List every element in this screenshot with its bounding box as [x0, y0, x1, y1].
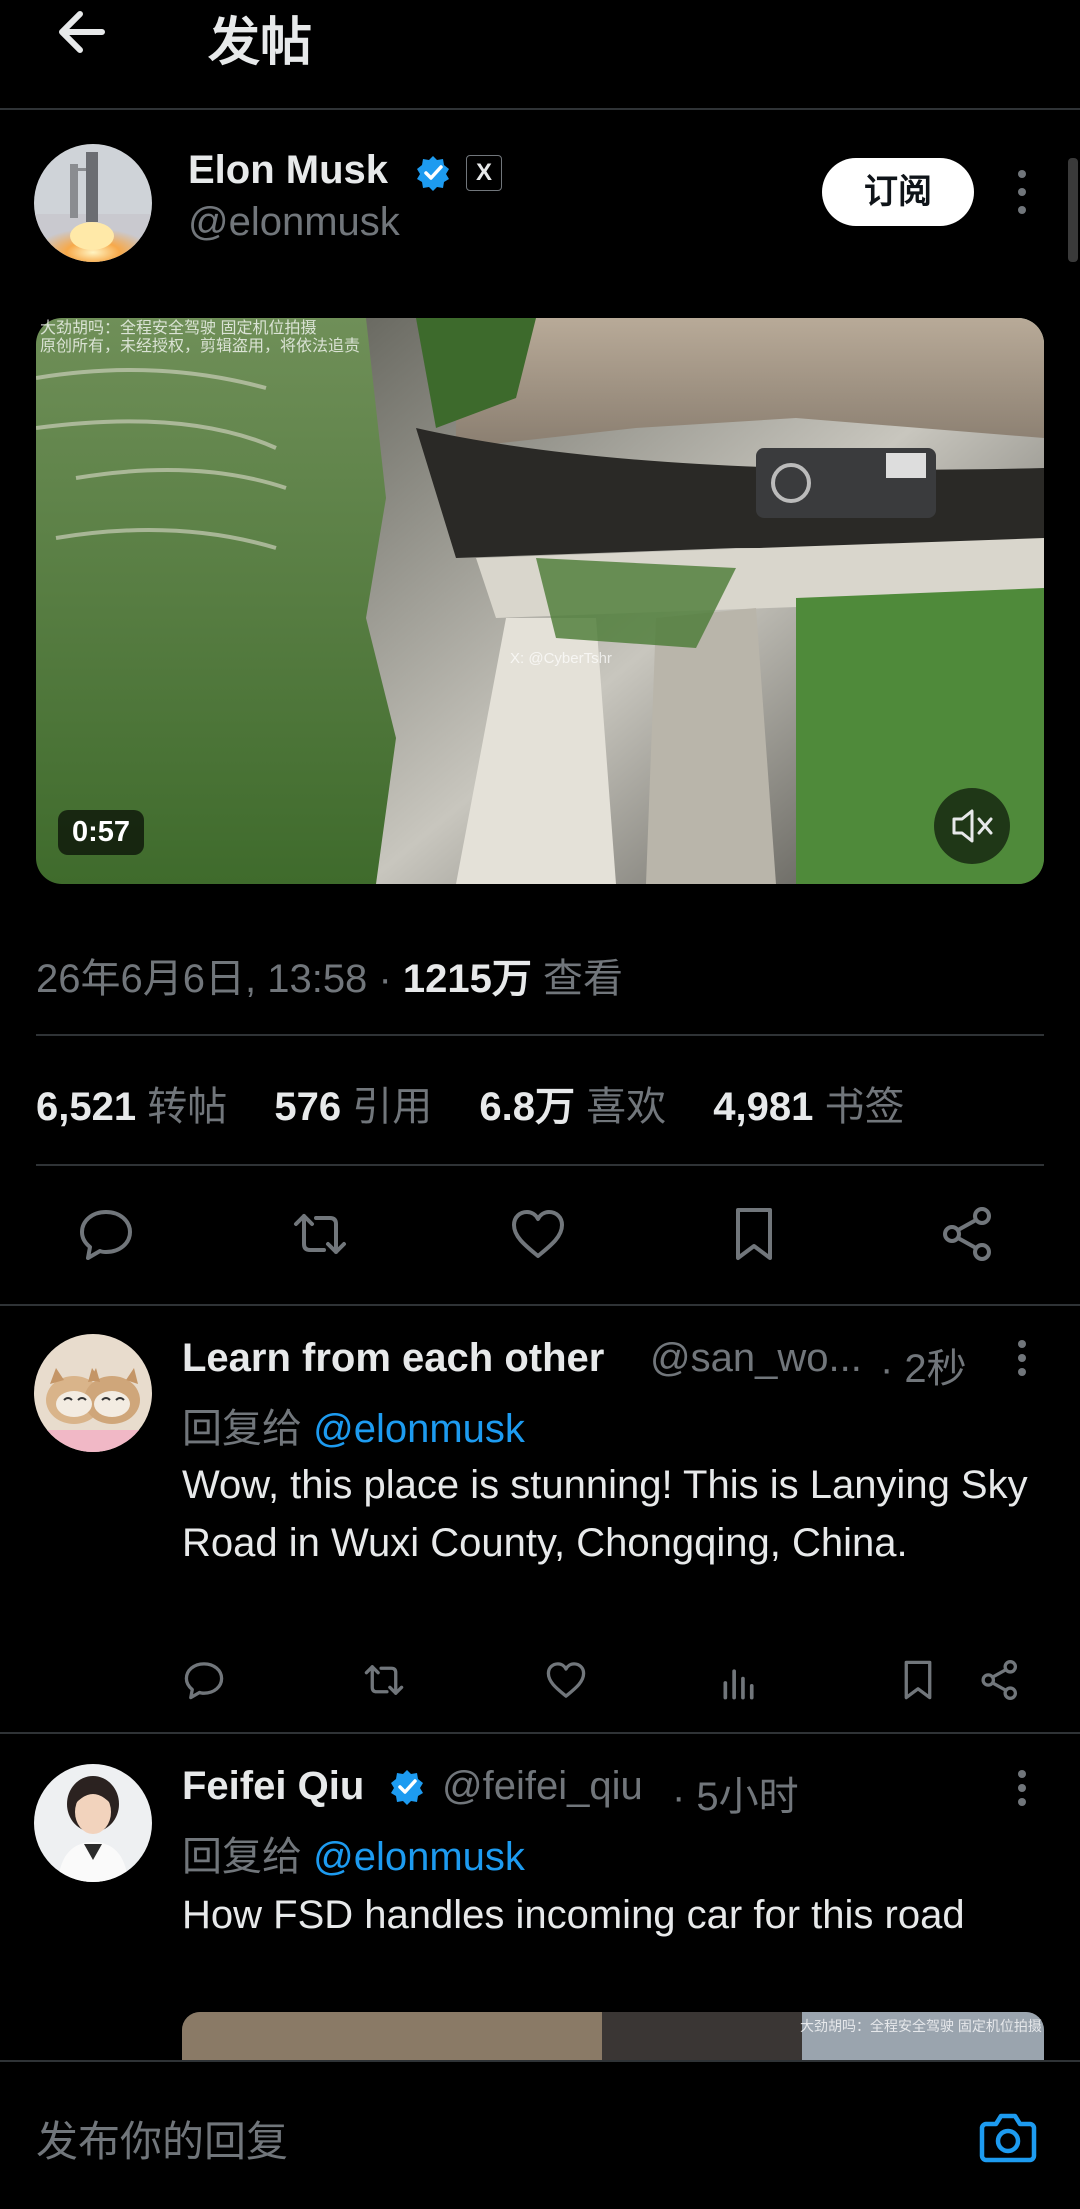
mention-link[interactable]: @elonmusk — [313, 1407, 525, 1451]
video-center-watermark: X: @CyberTshr — [510, 650, 612, 667]
post-meta: 26年6月6日, 13:58 · 1215万 查看 — [36, 957, 623, 1001]
reply-avatar[interactable] — [34, 1764, 152, 1882]
camera-icon[interactable] — [978, 2108, 1038, 2164]
scrollbar[interactable] — [1068, 158, 1078, 262]
top-bar — [0, 0, 1080, 110]
divider — [36, 1164, 1044, 1166]
reply-author-name[interactable]: Learn from each other — [182, 1336, 604, 1381]
reply-author-handle[interactable]: @san_wo... — [650, 1336, 862, 1381]
reply-author-handle[interactable]: @feifei_qiu — [442, 1764, 643, 1809]
post-video[interactable] — [36, 318, 1044, 884]
reply-timestamp[interactable]: · 2秒 — [880, 1336, 967, 1394]
author-handle[interactable]: @elonmusk — [188, 200, 400, 245]
more-options-icon[interactable] — [1012, 162, 1032, 222]
more-options-icon[interactable] — [1012, 1328, 1032, 1388]
reply-author-name[interactable]: Feifei Qiu — [182, 1764, 364, 1809]
affiliate-x-badge[interactable]: X — [466, 155, 502, 191]
video-watermark: 大劲胡吗：全程安全驾驶 固定机位拍摄 原创所有，未经授权，剪辑盗用，将依法追责 — [40, 320, 361, 355]
engagement-stats: 6,521 转帖 576 引用 6.8万 喜欢 4,981 书签 — [36, 1074, 940, 1132]
reply-text: Wow, this place is stunning! This is Lan… — [182, 1463, 1028, 1565]
repost-icon[interactable] — [290, 1204, 350, 1264]
divider — [36, 1034, 1044, 1036]
divider — [0, 1732, 1080, 1734]
verified-badge-icon — [391, 1770, 423, 1805]
bookmark-icon[interactable] — [724, 1204, 784, 1264]
bookmark-icon[interactable] — [896, 1658, 940, 1702]
stat-bookmarks[interactable]: 4,981 书签 — [713, 1085, 904, 1129]
like-icon[interactable] — [544, 1658, 588, 1702]
post-date[interactable]: 26年6月6日, 13:58 — [36, 957, 367, 1001]
repost-icon[interactable] — [362, 1658, 406, 1702]
reply-to-line: 回复给 @elonmusk — [182, 1407, 525, 1451]
mute-button[interactable] — [934, 788, 1010, 864]
subscribe-button[interactable]: 订阅 — [822, 158, 974, 226]
reply-icon[interactable] — [182, 1658, 226, 1702]
stat-reposts[interactable]: 6,521 转帖 — [36, 1085, 227, 1129]
reply-input[interactable]: 发布你的回复 — [36, 2108, 288, 2169]
mention-link[interactable]: @elonmusk — [313, 1835, 525, 1879]
author-avatar[interactable] — [34, 144, 152, 262]
reply-timestamp[interactable]: · 5小时 — [672, 1764, 799, 1822]
reply-icon[interactable] — [76, 1204, 136, 1264]
stat-quotes[interactable]: 576 引用 — [274, 1085, 432, 1129]
reply-to-line: 回复给 @elonmusk — [182, 1835, 525, 1879]
page-title: 发帖 — [208, 14, 313, 72]
volume-muted-icon — [952, 809, 993, 843]
reply-text: How FSD handles incoming car for this ro… — [182, 1893, 965, 1937]
views-count: 1215万 — [402, 957, 532, 1001]
stat-likes[interactable]: 6.8万 喜欢 — [479, 1085, 666, 1129]
divider — [0, 1304, 1080, 1306]
share-icon[interactable] — [978, 1658, 1022, 1702]
author-name[interactable]: Elon Musk — [188, 148, 388, 193]
back-arrow-icon[interactable] — [52, 4, 112, 60]
verified-badge-icon — [417, 156, 449, 191]
like-icon[interactable] — [508, 1204, 568, 1264]
video-duration: 0:57 — [58, 810, 145, 855]
share-icon[interactable] — [938, 1204, 998, 1264]
more-options-icon[interactable] — [1012, 1758, 1032, 1818]
views-analytics-icon[interactable] — [718, 1658, 762, 1702]
reply-avatar[interactable] — [34, 1334, 152, 1452]
views-label: 查看 — [542, 957, 623, 1001]
media-watermark: 大劲胡吗：全程安全驾驶 固定机位拍摄 — [800, 2018, 1042, 2034]
